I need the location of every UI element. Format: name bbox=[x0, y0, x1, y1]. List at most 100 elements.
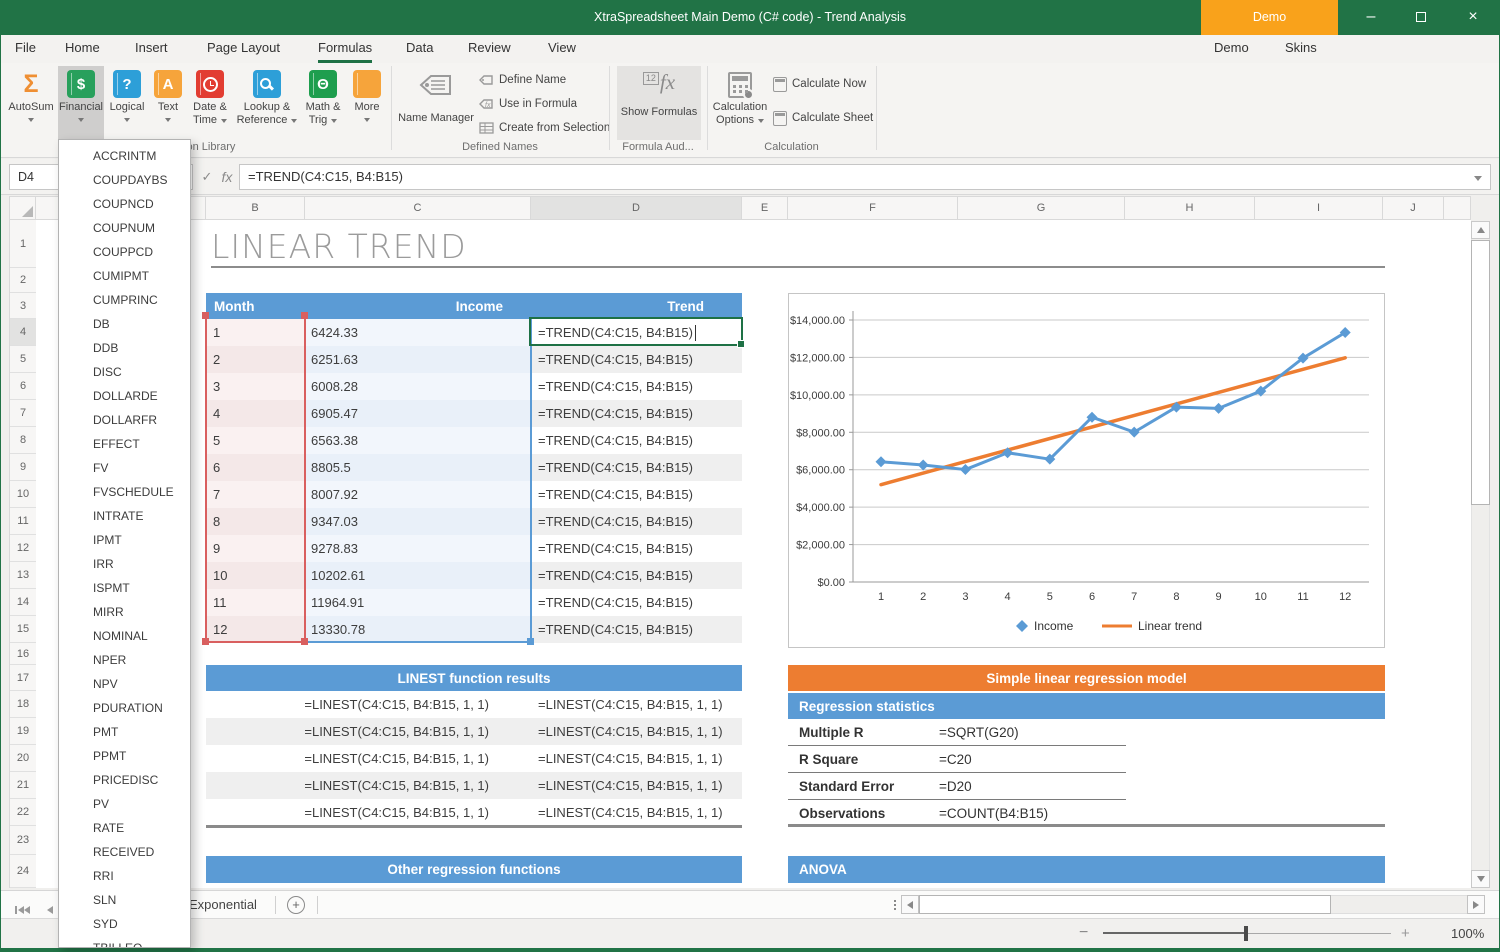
previous-sheet-button[interactable] bbox=[47, 901, 53, 919]
close-button[interactable]: × bbox=[1446, 0, 1500, 35]
tab-file[interactable]: File bbox=[15, 35, 36, 63]
month-cell[interactable]: 4 bbox=[206, 400, 305, 427]
splitter-dots-icon[interactable] bbox=[894, 900, 896, 902]
row-header-17[interactable]: 17 bbox=[10, 665, 36, 691]
minimize-button[interactable]: – bbox=[1346, 0, 1396, 35]
menu-item-npv[interactable]: NPV bbox=[59, 672, 190, 696]
define-name-button[interactable]: Define Name bbox=[479, 69, 566, 91]
row-header-19[interactable]: 19 bbox=[10, 718, 36, 745]
trend-cell[interactable]: =TREND(C4:C15, B4:B15) bbox=[531, 400, 742, 427]
month-cell[interactable]: 12 bbox=[206, 616, 305, 643]
tab-page-layout[interactable]: Page Layout bbox=[207, 35, 280, 63]
month-cell[interactable]: 11 bbox=[206, 589, 305, 616]
sheet-tab-exponential[interactable]: Exponential bbox=[189, 891, 257, 919]
column-header-H[interactable]: H bbox=[1125, 196, 1255, 220]
trend-chart[interactable]: $0.00$2,000.00$4,000.00$6,000.00$8,000.0… bbox=[788, 293, 1385, 648]
stat-value-cell[interactable]: =C20 bbox=[939, 752, 972, 767]
calculate-sheet-button[interactable]: Calculate Sheet bbox=[773, 107, 873, 129]
income-cell[interactable]: 11964.91 bbox=[305, 589, 531, 616]
menu-item-intrate[interactable]: INTRATE bbox=[59, 504, 190, 528]
row-header-24[interactable]: 24 bbox=[10, 855, 36, 888]
red-range-handle[interactable] bbox=[202, 312, 209, 319]
income-cell[interactable]: 6008.28 bbox=[305, 373, 531, 400]
data-table-header[interactable]: Month Income Trend bbox=[206, 293, 742, 319]
column-header-C[interactable]: C bbox=[305, 196, 531, 220]
menu-item-mirr[interactable]: MIRR bbox=[59, 600, 190, 624]
linest-formula-cell[interactable]: =LINEST(C4:C15, B4:B15, 1, 1) bbox=[531, 772, 742, 799]
menu-item-ppmt[interactable]: PPMT bbox=[59, 744, 190, 768]
scroll-up-button[interactable] bbox=[1471, 221, 1490, 239]
row-header-23[interactable]: 23 bbox=[10, 826, 36, 855]
row-header-10[interactable]: 10 bbox=[10, 481, 36, 508]
income-cell[interactable]: 6905.47 bbox=[305, 400, 531, 427]
add-sheet-button[interactable]: + bbox=[287, 896, 305, 914]
column-header-J[interactable]: J bbox=[1383, 196, 1444, 220]
menu-item-accrintm[interactable]: ACCRINTM bbox=[59, 144, 190, 168]
first-sheet-button[interactable] bbox=[15, 901, 30, 919]
calculate-now-button[interactable]: Calculate Now bbox=[773, 73, 866, 95]
menu-item-dollarfr[interactable]: DOLLARFR bbox=[59, 408, 190, 432]
menu-item-dollarde[interactable]: DOLLARDE bbox=[59, 384, 190, 408]
column-header-E[interactable]: E bbox=[742, 196, 788, 220]
column-header-D[interactable]: D bbox=[531, 196, 742, 220]
menu-item-pricedisc[interactable]: PRICEDISC bbox=[59, 768, 190, 792]
row-header-16[interactable]: 16 bbox=[10, 643, 36, 665]
tab-formulas[interactable]: Formulas bbox=[318, 35, 372, 63]
horizontal-scroll-thumb[interactable] bbox=[919, 895, 1331, 914]
menu-item-pduration[interactable]: PDURATION bbox=[59, 696, 190, 720]
trend-cell[interactable]: =TREND(C4:C15, B4:B15) bbox=[531, 562, 742, 589]
autosum-button[interactable]: Σ AutoSum bbox=[7, 66, 55, 140]
menu-item-irr[interactable]: IRR bbox=[59, 552, 190, 576]
linest-formula-cell[interactable]: =LINEST(C4:C15, B4:B15, 1, 1) bbox=[531, 799, 742, 826]
row-header-12[interactable]: 12 bbox=[10, 535, 36, 562]
column-header-B[interactable]: B bbox=[206, 196, 305, 220]
menu-item-tbilleq[interactable]: TBILLEQ bbox=[59, 936, 190, 948]
blue-range-handle[interactable] bbox=[527, 638, 534, 645]
income-cell[interactable]: 6251.63 bbox=[305, 346, 531, 373]
menu-item-ispmt[interactable]: ISPMT bbox=[59, 576, 190, 600]
row-header-13[interactable]: 13 bbox=[10, 562, 36, 589]
row-header-14[interactable]: 14 bbox=[10, 589, 36, 616]
stat-value-cell[interactable]: =SQRT(G20) bbox=[939, 725, 1019, 740]
trend-cell[interactable]: =TREND(C4:C15, B4:B15) bbox=[531, 535, 742, 562]
row-header-1[interactable]: 1 bbox=[10, 220, 36, 268]
logical-button[interactable]: ? Logical bbox=[105, 66, 149, 140]
row-header-21[interactable]: 21 bbox=[10, 772, 36, 799]
create-from-selection-button[interactable]: Create from Selection bbox=[479, 117, 610, 139]
column-header-I[interactable]: I bbox=[1255, 196, 1383, 220]
stat-value-cell[interactable]: =D20 bbox=[939, 779, 972, 794]
trend-cell[interactable]: =TREND(C4:C15, B4:B15) bbox=[531, 427, 742, 454]
menu-item-couppcd[interactable]: COUPPCD bbox=[59, 240, 190, 264]
menu-item-fvschedule[interactable]: FVSCHEDULE bbox=[59, 480, 190, 504]
stat-value-cell[interactable]: =COUNT(B4:B15) bbox=[939, 806, 1048, 821]
demo-ribbon-badge[interactable]: Demo bbox=[1201, 0, 1338, 35]
month-cell[interactable]: 2 bbox=[206, 346, 305, 373]
menu-item-effect[interactable]: EFFECT bbox=[59, 432, 190, 456]
menu-item-cumipmt[interactable]: CUMIPMT bbox=[59, 264, 190, 288]
tab-insert[interactable]: Insert bbox=[135, 35, 168, 63]
menu-item-syd[interactable]: SYD bbox=[59, 912, 190, 936]
row-header-7[interactable]: 7 bbox=[10, 400, 36, 427]
red-range-handle[interactable] bbox=[301, 638, 308, 645]
date-time-button[interactable]: Date & Time bbox=[187, 66, 233, 140]
column-header-G[interactable]: G bbox=[958, 196, 1125, 220]
row-header-8[interactable]: 8 bbox=[10, 427, 36, 454]
tab-data[interactable]: Data bbox=[406, 35, 433, 63]
linest-section-header[interactable]: LINEST function results bbox=[206, 665, 742, 691]
menu-item-pv[interactable]: PV bbox=[59, 792, 190, 816]
trend-cell[interactable]: =TREND(C4:C15, B4:B15) bbox=[531, 454, 742, 481]
menu-item-ipmt[interactable]: IPMT bbox=[59, 528, 190, 552]
formula-input[interactable]: =TREND(C4:C15, B4:B15) bbox=[239, 164, 1491, 190]
active-cell-border[interactable] bbox=[529, 317, 743, 346]
month-cell[interactable]: 5 bbox=[206, 427, 305, 454]
menu-item-nper[interactable]: NPER bbox=[59, 648, 190, 672]
trend-cell[interactable]: =TREND(C4:C15, B4:B15) bbox=[531, 346, 742, 373]
select-all-corner[interactable] bbox=[9, 196, 36, 220]
income-cell[interactable]: 6563.38 bbox=[305, 427, 531, 454]
menu-item-coupncd[interactable]: COUPNCD bbox=[59, 192, 190, 216]
menu-item-coupdaybs[interactable]: COUPDAYBS bbox=[59, 168, 190, 192]
tab-skins[interactable]: Skins bbox=[1285, 35, 1317, 63]
income-cell[interactable]: 13330.78 bbox=[305, 616, 531, 643]
month-cell[interactable]: 1 bbox=[206, 319, 305, 346]
menu-item-rate[interactable]: RATE bbox=[59, 816, 190, 840]
